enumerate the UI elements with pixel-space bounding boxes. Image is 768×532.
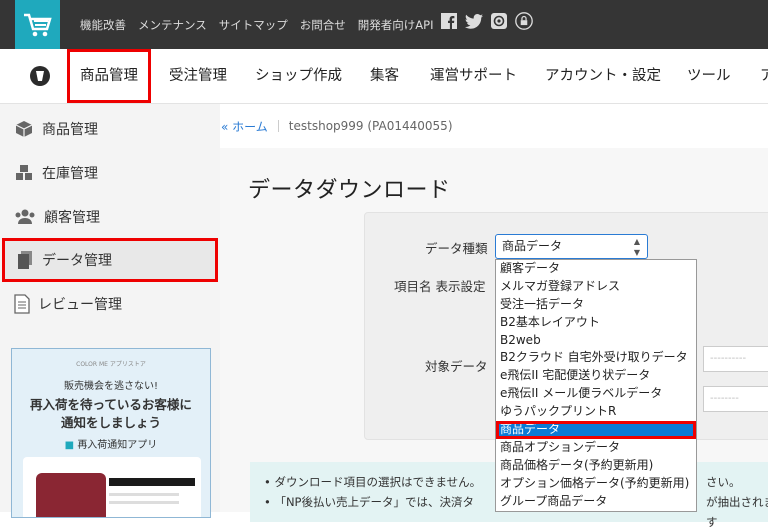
promo-app-name: ■ 再入荷通知アプリ bbox=[12, 436, 210, 451]
header-link-sitemap[interactable]: サイトマップ bbox=[219, 17, 288, 33]
sidebar-item-data[interactable]: データ管理 bbox=[2, 238, 218, 282]
dropdown-option[interactable]: 受注一括データ bbox=[496, 296, 696, 314]
note-text-1-tail: さい。 bbox=[706, 475, 741, 489]
dropdown-option[interactable]: 商品オプションデータ bbox=[496, 439, 696, 457]
documents-icon bbox=[18, 251, 32, 269]
sidebar-item-label: データ管理 bbox=[42, 253, 112, 269]
nav-item-products[interactable]: 商品管理 bbox=[67, 49, 151, 103]
breadcrumb-home-link[interactable]: « ホーム bbox=[221, 118, 268, 135]
sidebar-item-label: レビュー管理 bbox=[38, 297, 122, 313]
label-target-data: 対象データ bbox=[425, 359, 488, 374]
dropdown-option[interactable]: e飛伝II メール便ラベルデータ bbox=[496, 385, 696, 403]
nav-item-account[interactable]: アカウント・設定 bbox=[545, 49, 661, 103]
breadcrumb-separator bbox=[277, 120, 279, 132]
dropdown-option[interactable]: オプション価格データ(予約更新用) bbox=[496, 475, 696, 493]
dropdown-option[interactable]: 商品データ bbox=[496, 421, 696, 439]
promo-headline-line1: 再入荷を待っているお客様に bbox=[30, 397, 192, 412]
nav-item-shop-builder[interactable]: ショップ作成 bbox=[255, 49, 342, 103]
data-type-select[interactable]: 商品データ ▲ ▼ bbox=[495, 234, 648, 259]
shirt-image bbox=[36, 473, 106, 517]
promo-brand: COLOR ME アプリストア bbox=[76, 361, 146, 368]
twitter-icon[interactable] bbox=[465, 12, 483, 30]
dropdown-option[interactable]: 顧客データ bbox=[496, 260, 696, 278]
dropdown-option[interactable]: グループ商品データ bbox=[496, 493, 696, 511]
nav-item-marketing[interactable]: 集客 bbox=[370, 49, 399, 103]
promo-screenshot-bar bbox=[109, 478, 195, 486]
promo-screenshot-line bbox=[109, 501, 179, 504]
dropdown-option[interactable]: B2基本レイアウト bbox=[496, 314, 696, 332]
promo-headline: 再入荷を待っているお客様に 通知をしましょう bbox=[12, 396, 210, 432]
promo-banner[interactable]: COLOR ME アプリストア 販売機会を逃さない! 再入荷を待っているお客様に… bbox=[11, 348, 211, 518]
top-bar: 機能改善 メンテナンス サイトマップ お問合せ 開発者向けAPI bbox=[0, 0, 768, 49]
dropdown-option[interactable]: メルマガ登録アドレス bbox=[496, 278, 696, 296]
users-icon bbox=[15, 209, 35, 224]
note-text-2: 「NP後払い売上データ」では、決済タ bbox=[274, 495, 474, 509]
header-link-api[interactable]: 開発者向けAPI bbox=[358, 17, 434, 33]
header-links: 機能改善 メンテナンス サイトマップ お問合せ 開発者向けAPI bbox=[80, 0, 433, 49]
promo-headline-line2: 通知をしましょう bbox=[60, 415, 161, 430]
dropdown-option[interactable]: B2クラウド 自宅外受け取りデータ bbox=[496, 349, 696, 367]
box-icon bbox=[15, 121, 33, 137]
dropdown-option[interactable]: 商品価格データ(予約更新用) bbox=[496, 457, 696, 475]
mail-icon[interactable] bbox=[490, 12, 508, 30]
sidebar-item-label: 顧客管理 bbox=[44, 210, 100, 226]
cart-icon bbox=[23, 13, 52, 36]
nav-item-operations[interactable]: 運営サポート bbox=[430, 49, 517, 103]
brand-mark-icon[interactable] bbox=[30, 66, 50, 86]
nav-item-tools[interactable]: ツール bbox=[687, 49, 731, 103]
header-icons bbox=[440, 12, 533, 30]
sidebar-item-products[interactable]: 商品管理 bbox=[0, 107, 220, 151]
note-tails: さい。 が抽出されます bbox=[706, 472, 768, 532]
header-link-contact[interactable]: お問合せ bbox=[300, 17, 346, 33]
main-nav: 商品管理 受注管理 ショップ作成 集客 運営サポート アカウント・設定 ツール … bbox=[0, 49, 768, 104]
label-item-display: 項目名 表示設定 bbox=[394, 279, 486, 294]
note-text-1: ダウンロード項目の選択はできません。 bbox=[274, 475, 482, 489]
label-data-type: データ種類 bbox=[425, 241, 488, 256]
header-link-improvements[interactable]: 機能改善 bbox=[80, 17, 126, 33]
sidebar: 商品管理 在庫管理 顧客管理 データ管理 レビュー管理 COLOR ME アプリ… bbox=[0, 104, 220, 518]
sidebar-item-inventory[interactable]: 在庫管理 bbox=[0, 151, 220, 195]
data-type-dropdown[interactable]: 顧客データ メルマガ登録アドレス 受注一括データ B2基本レイアウト B2web B2クラ… bbox=[495, 259, 697, 512]
bell-icon: ■ bbox=[64, 440, 75, 451]
nav-item-orders[interactable]: 受注管理 bbox=[169, 49, 227, 103]
target-data-input[interactable]: ---------- bbox=[703, 346, 768, 372]
select-arrows-icon: ▲ ▼ bbox=[633, 237, 640, 257]
sidebar-item-reviews[interactable]: レビュー管理 bbox=[0, 282, 220, 326]
dropdown-option[interactable]: ゆうパックプリントR bbox=[496, 403, 696, 421]
promo-tagline: 販売機会を逃さない! bbox=[63, 381, 158, 392]
dropdown-option[interactable]: B2web bbox=[496, 332, 696, 350]
promo-app-label: 再入荷通知アプリ bbox=[77, 440, 158, 451]
header-link-maintenance[interactable]: メンテナンス bbox=[138, 17, 207, 33]
note-text-2-tail: が抽出されます bbox=[706, 495, 768, 529]
page-title: データダウンロード bbox=[248, 178, 451, 203]
dropdown-option[interactable]: e飛伝II 宅配便送り状データ bbox=[496, 367, 696, 385]
breadcrumb: « ホーム testshop999 (PA01440055) bbox=[220, 104, 768, 148]
cart-logo[interactable] bbox=[15, 0, 60, 49]
sidebar-item-customers[interactable]: 顧客管理 bbox=[0, 195, 220, 239]
breadcrumb-shop: testshop999 (PA01440055) bbox=[288, 119, 453, 133]
promo-screenshot-line bbox=[109, 493, 179, 496]
document-icon bbox=[14, 294, 30, 314]
sidebar-item-label: 商品管理 bbox=[42, 122, 98, 138]
sidebar-item-label: 在庫管理 bbox=[42, 166, 98, 182]
nav-item-more[interactable]: ア bbox=[760, 49, 768, 103]
data-type-selected: 商品データ bbox=[502, 239, 563, 253]
lock-icon[interactable] bbox=[515, 12, 533, 30]
facebook-icon[interactable] bbox=[440, 12, 458, 30]
target-data-input-2[interactable]: -------- bbox=[703, 386, 768, 412]
warehouse-icon bbox=[16, 165, 32, 180]
